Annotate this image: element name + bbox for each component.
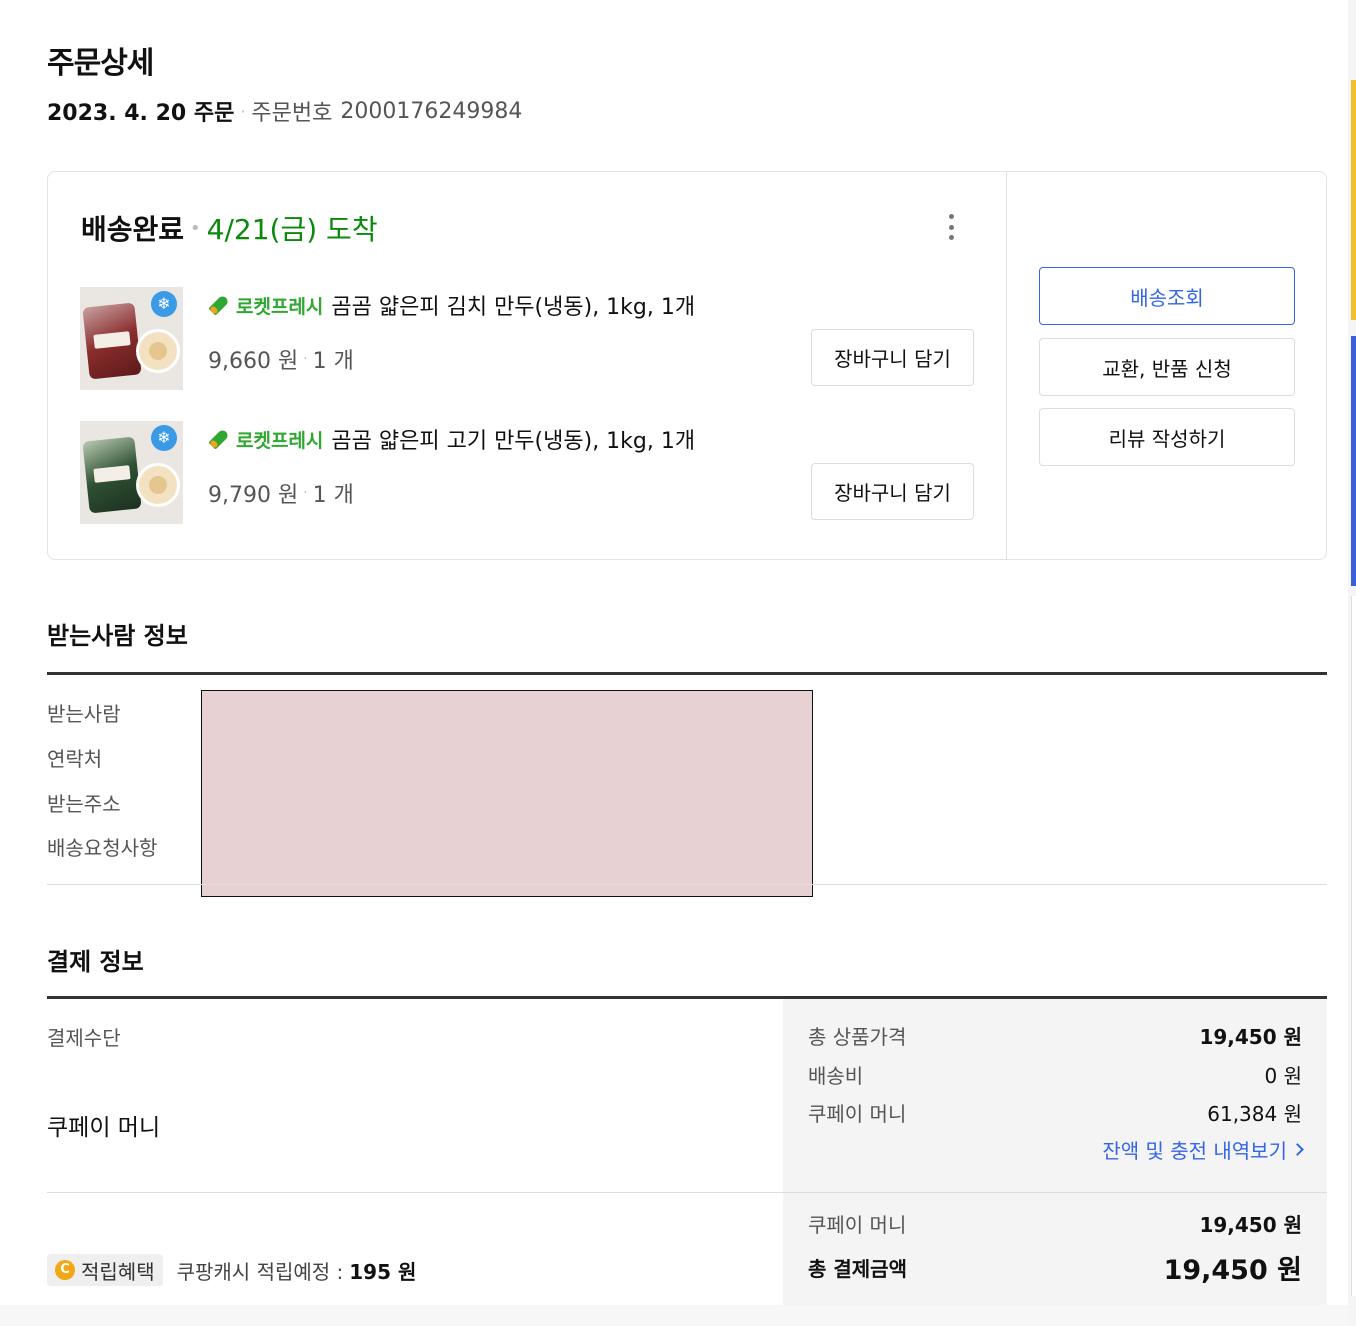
recipient-name-label: 받는사람 xyxy=(47,702,121,726)
page-title: 주문상세 xyxy=(47,46,154,81)
total-product-price-row: 총 상품가격 19,450 원 xyxy=(808,1021,1302,1050)
product-price-row: 9,790 원 · 1 개 xyxy=(208,477,354,509)
separator-dot: · xyxy=(303,351,308,367)
product-price: 9,790 원 xyxy=(208,483,299,508)
payment-summary: 총 상품가격 19,450 원 배송비 0 원 쿠페이 머니 61,384 원 … xyxy=(783,999,1327,1305)
recipient-address-label: 받는주소 xyxy=(47,792,121,816)
section-divider xyxy=(47,672,1327,675)
total-product-price-value: 19,450 원 xyxy=(1199,1025,1302,1049)
shipment-status-row: 배송완료 • 4/21(금) 도착 xyxy=(81,208,378,248)
product-quantity: 1 개 xyxy=(312,349,354,374)
side-banner-strip[interactable] xyxy=(1351,80,1356,320)
product-price: 9,660 원 xyxy=(208,349,299,374)
payment-method-value: 쿠페이 머니 xyxy=(47,1115,161,1141)
reward-amount: 195 원 xyxy=(349,1259,417,1284)
order-date: 2023. 4. 20 주문 xyxy=(47,101,235,126)
write-review-button[interactable]: 리뷰 작성하기 xyxy=(1039,408,1295,466)
total-paid-value: 19,450 원 xyxy=(1163,1255,1302,1286)
shipment-card: 배송완료 • 4/21(금) 도착 ❄ 로켓프레시 곰곰 얇은피 김치 만두(냉… xyxy=(47,171,1327,560)
arrival-date: 4/21(금) 도착 xyxy=(206,213,378,246)
add-to-cart-button[interactable]: 장바구니 담기 xyxy=(811,329,974,386)
coupay-paid-label: 쿠페이 머니 xyxy=(808,1213,907,1237)
delivery-status: 배송완료 xyxy=(81,213,185,246)
coin-icon: C xyxy=(55,1260,75,1280)
order-item: ❄ 로켓프레시 곰곰 얇은피 고기 만두(냉동), 1kg, 1개 9,790 … xyxy=(80,421,980,524)
balance-history-link-label[interactable]: 잔액 및 충전 내역보기 xyxy=(1102,1135,1287,1164)
chevron-right-icon xyxy=(1291,1143,1304,1156)
side-panel-strip xyxy=(1351,596,1356,1296)
track-delivery-button[interactable]: 배송조회 xyxy=(1039,267,1295,325)
payment-method-label: 결제수단 xyxy=(47,1026,121,1050)
recipient-phone-label: 연락처 xyxy=(47,747,103,771)
product-price-row: 9,660 원 · 1 개 xyxy=(208,343,354,375)
product-name[interactable]: 곰곰 얇은피 고기 만두(냉동), 1kg, 1개 xyxy=(331,423,695,455)
coupay-balance-label: 쿠페이 머니 xyxy=(808,1102,907,1126)
frozen-snowflake-icon: ❄ xyxy=(151,291,177,317)
product-thumbnail[interactable]: ❄ xyxy=(80,421,183,524)
separator-dot: • xyxy=(190,217,201,239)
redacted-recipient-info xyxy=(201,690,813,897)
product-thumbnail[interactable]: ❄ xyxy=(80,287,183,390)
product-name[interactable]: 곰곰 얇은피 김치 만두(냉동), 1kg, 1개 xyxy=(331,289,695,321)
coupay-balance-row: 쿠페이 머니 61,384 원 xyxy=(808,1098,1302,1127)
order-item: ❄ 로켓프레시 곰곰 얇은피 김치 만두(냉동), 1kg, 1개 9,660 … xyxy=(80,287,980,390)
reward-badge-label: 적립혜택 xyxy=(81,1259,155,1284)
product-title[interactable]: 로켓프레시 곰곰 얇은피 김치 만두(냉동), 1kg, 1개 xyxy=(208,289,695,321)
card-divider xyxy=(1006,172,1007,559)
total-paid-label: 총 결제금액 xyxy=(808,1257,907,1281)
add-to-cart-button[interactable]: 장바구니 담기 xyxy=(811,463,974,520)
total-paid-row: 총 결제금액 19,450 원 xyxy=(808,1248,1302,1287)
coupay-paid-value: 19,450 원 xyxy=(1199,1213,1302,1237)
total-product-price-label: 총 상품가격 xyxy=(808,1025,907,1049)
order-number-label: 주문번호 xyxy=(251,101,333,126)
section-divider xyxy=(47,1192,783,1193)
recipient-section-title: 받는사람 정보 xyxy=(47,622,188,650)
exchange-return-button[interactable]: 교환, 반품 신청 xyxy=(1039,338,1295,396)
reward-badge: C 적립혜택 xyxy=(47,1254,163,1286)
shipping-fee-value: 0 원 xyxy=(1264,1064,1302,1088)
reward-row: C 적립혜택 쿠팡캐시 적립예정 : 195 원 xyxy=(47,1254,416,1286)
coupay-paid-row: 쿠페이 머니 19,450 원 xyxy=(808,1209,1302,1238)
section-divider xyxy=(47,884,1327,885)
product-title[interactable]: 로켓프레시 곰곰 얇은피 고기 만두(냉동), 1kg, 1개 xyxy=(208,423,695,455)
dumpling-plate-image xyxy=(136,463,180,507)
reward-description: 쿠팡캐시 적립예정 : xyxy=(176,1259,344,1284)
more-options-icon[interactable] xyxy=(941,212,961,242)
rocket-icon xyxy=(208,293,234,317)
delivery-request-label: 배송요청사항 xyxy=(47,836,158,860)
coupay-balance-value: 61,384 원 xyxy=(1207,1102,1302,1126)
rocket-fresh-badge: 로켓프레시 xyxy=(236,295,324,318)
shipping-fee-label: 배송비 xyxy=(808,1064,864,1088)
frozen-snowflake-icon: ❄ xyxy=(151,425,177,451)
separator-dot: · xyxy=(303,485,308,501)
side-banner-strip[interactable] xyxy=(1351,336,1356,586)
shipping-fee-row: 배송비 0 원 xyxy=(808,1060,1302,1089)
separator-dot: · xyxy=(240,101,246,121)
rocket-fresh-badge: 로켓프레시 xyxy=(236,429,324,452)
payment-section-title: 결제 정보 xyxy=(47,948,144,976)
summary-divider xyxy=(783,1192,1327,1193)
product-quantity: 1 개 xyxy=(312,483,354,508)
balance-history-link[interactable]: 잔액 및 충전 내역보기 xyxy=(1102,1135,1304,1164)
dumpling-plate-image xyxy=(136,329,180,373)
order-meta: 2023. 4. 20 주문 · 주문번호 2000176249984 xyxy=(47,95,522,127)
order-number: 2000176249984 xyxy=(340,98,523,124)
rocket-icon xyxy=(208,427,234,451)
page-bottom-edge xyxy=(0,1305,1356,1326)
